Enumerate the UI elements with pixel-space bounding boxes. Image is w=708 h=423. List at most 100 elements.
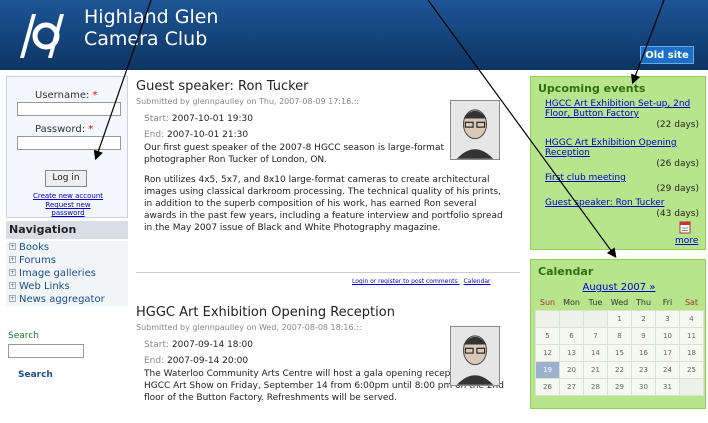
post-title[interactable]: HGGC Art Exhibition Opening Reception (136, 304, 520, 322)
calendar-day-empty (583, 309, 608, 328)
search-label: Search (8, 331, 39, 341)
calendar-day[interactable]: 8 (607, 326, 632, 345)
calendar-day[interactable]: 19 (535, 360, 560, 379)
event-link-setup[interactable]: HGCC Art Exhibition Set-up, 2nd Floor, B… (545, 99, 695, 119)
calendar-day[interactable]: 5 (535, 326, 560, 345)
old-site-tab[interactable]: Old site (640, 46, 694, 64)
login-form: Username: * Password: * Log in Create ne… (6, 76, 128, 218)
aperture-logo-icon[interactable] (12, 8, 72, 64)
nav-item-label: Web Links (19, 281, 70, 292)
post-body-intro: Our first guest speaker of the 2007-8 HG… (144, 143, 444, 165)
right-sidebar: Upcoming events HGCC Art Exhibition Set-… (530, 76, 706, 423)
request-password-link-line1[interactable]: Request new (7, 201, 129, 209)
calendar-day[interactable]: 2 (631, 309, 656, 328)
calendar-week-row: 5 6 7 8 9 10 11 (535, 326, 704, 345)
calendar-day[interactable]: 3 (655, 309, 680, 328)
calendar-month-link[interactable]: August 2007 » (531, 282, 707, 293)
site-title[interactable]: Highland Glen Camera Club (84, 6, 218, 50)
calendar-day[interactable]: 23 (631, 360, 656, 379)
nav-item-label: Books (19, 242, 50, 253)
calendar-weekday: Tue (583, 296, 608, 310)
calendar-day[interactable]: 22 (607, 360, 632, 379)
post-title[interactable]: Guest speaker: Ron Tucker (136, 78, 520, 96)
calendar-day[interactable]: 4 (679, 309, 704, 328)
calendar-grid: Sun Mon Tue Wed Thu Fri Sat 1 2 3 4 5 6 7 8 9 10 11 12 13 1… (535, 296, 704, 396)
event-link-opening-reception[interactable]: HGGC Art Exhibition Opening Reception (545, 138, 695, 158)
calendar-weekday: Mon (559, 296, 584, 310)
calendar-block: Calendar August 2007 » Sun Mon Tue Wed Thu Fr… (530, 259, 706, 409)
site-header: Highland Glen Camera Club Old site (0, 0, 708, 70)
nav-item-image-galleries[interactable]: + Image galleries (6, 267, 128, 280)
create-account-link[interactable]: Create new account (7, 192, 129, 200)
nav-item-news-aggregator[interactable]: + News aggregator (6, 293, 128, 306)
nav-item-forums[interactable]: + Forums (6, 254, 128, 267)
calendar-day-empty (679, 377, 704, 396)
expand-icon: + (9, 294, 16, 302)
login-button[interactable]: Log in (45, 170, 87, 187)
calendar-link[interactable]: Calendar (464, 278, 491, 285)
calendar-day[interactable]: 6 (559, 326, 584, 345)
calendar-day[interactable]: 16 (631, 343, 656, 362)
calendar-week-row: 12 13 14 15 16 17 18 (535, 343, 704, 362)
navigation-menu: + Books + Forums + Image galleries + Web Lin… (6, 241, 128, 306)
login-to-comment-link[interactable]: Login or register to post comments (352, 278, 458, 285)
left-sidebar: Username: * Password: * Log in Create ne… (6, 76, 128, 423)
calendar-day[interactable]: 28 (583, 377, 608, 396)
calendar-day[interactable]: 13 (559, 343, 584, 362)
event-days: (43 days) (656, 209, 699, 219)
username-input[interactable] (17, 102, 121, 116)
calendar-title: Calendar (538, 265, 594, 278)
events-more-link[interactable]: more (675, 236, 698, 246)
event-days: (26 days) (656, 159, 699, 169)
calendar-day[interactable]: 24 (655, 360, 680, 379)
calendar-day[interactable]: 1 (607, 309, 632, 328)
event-link-first-meeting[interactable]: First club meeting (545, 173, 695, 183)
search-input[interactable] (8, 344, 84, 358)
calendar-day[interactable]: 11 (679, 326, 704, 345)
calendar-day[interactable]: 27 (559, 377, 584, 396)
speaker-photo (450, 100, 500, 160)
calendar-day[interactable]: 15 (607, 343, 632, 362)
search-button[interactable]: Search (18, 370, 53, 380)
calendar-day[interactable]: 14 (583, 343, 608, 362)
nav-item-label: Forums (19, 255, 56, 266)
expand-icon: + (9, 255, 16, 263)
calendar-day[interactable]: 12 (535, 343, 560, 362)
calendar-day[interactable]: 10 (655, 326, 680, 345)
event-photo (450, 326, 500, 386)
calendar-week-row: 19 20 21 22 23 24 25 (535, 360, 704, 379)
calendar-weekday: Wed (607, 296, 632, 310)
calendar-day[interactable]: 20 (559, 360, 584, 379)
nav-item-web-links[interactable]: + Web Links (6, 280, 128, 293)
expand-icon: + (9, 242, 16, 250)
post-links: Login or register to post comments Calen… (352, 278, 491, 285)
request-password-link-line2[interactable]: password (7, 209, 129, 217)
nav-item-books[interactable]: + Books (6, 241, 128, 254)
calendar-day[interactable]: 7 (583, 326, 608, 345)
calendar-more-icon[interactable] (679, 220, 691, 234)
event-link-text: HGCC Art Exhibition Set-up, 2nd (545, 99, 691, 109)
upcoming-events-block: Upcoming events HGCC Art Exhibition Set-… (530, 76, 706, 250)
post-divider (136, 272, 520, 273)
calendar-day[interactable]: 26 (535, 377, 560, 396)
calendar-week-row: 26 27 28 29 30 31 (535, 377, 704, 396)
calendar-weekday: Thu (631, 296, 656, 310)
calendar-day-empty (535, 309, 560, 328)
calendar-day[interactable]: 31 (655, 377, 680, 396)
calendar-weekday-row: Sun Mon Tue Wed Thu Fri Sat (535, 296, 704, 310)
calendar-weekday: Fri (655, 296, 680, 310)
calendar-day[interactable]: 29 (607, 377, 632, 396)
event-link-guest-speaker[interactable]: Guest speaker: Ron Tucker (545, 198, 695, 208)
calendar-day[interactable]: 21 (583, 360, 608, 379)
password-input[interactable] (17, 136, 121, 150)
end-label: End: (144, 130, 165, 140)
calendar-day[interactable]: 30 (631, 377, 656, 396)
calendar-day-empty (559, 309, 584, 328)
calendar-day[interactable]: 18 (679, 343, 704, 362)
calendar-day[interactable]: 17 (655, 343, 680, 362)
end-label: End: (144, 356, 165, 366)
site-title-line1: Highland Glen (84, 6, 219, 28)
event-days: (29 days) (656, 184, 699, 194)
calendar-day[interactable]: 9 (631, 326, 656, 345)
calendar-day[interactable]: 25 (679, 360, 704, 379)
